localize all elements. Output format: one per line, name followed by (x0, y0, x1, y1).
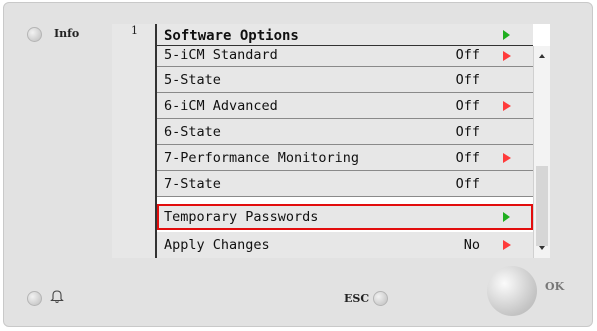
chevron-up-icon[interactable] (539, 54, 545, 58)
menu-row-label: 5-State (164, 72, 221, 88)
menu-row-icm-advanced[interactable]: 6-iCM Advanced Off (157, 93, 533, 119)
submenu-arrow-icon[interactable] (503, 101, 511, 111)
scroll-thumb[interactable] (536, 166, 548, 246)
menu-list: Software Options 5-iCM Standard Off 5-St… (157, 24, 533, 258)
menu-row-label: 6-iCM Advanced (164, 98, 278, 114)
display-screen: 1 Software Options 5-iCM Standard Off 5-… (112, 24, 550, 258)
submenu-arrow-icon[interactable] (503, 240, 511, 250)
menu-title-row: Software Options (157, 24, 533, 46)
menu-row-label: 7-State (164, 176, 221, 192)
scrollbar[interactable] (533, 46, 550, 258)
info-label: Info (54, 27, 80, 40)
menu-row-temporary-passwords[interactable]: Temporary Passwords (157, 204, 533, 230)
info-button-icon[interactable] (27, 27, 42, 42)
menu-row-7-state[interactable]: 7-State Off (157, 171, 533, 197)
line-number: 1 (131, 24, 138, 37)
menu-row-value: Off (455, 176, 480, 192)
menu-row-label: 5-iCM Standard (164, 47, 278, 63)
menu-row-5-state[interactable]: 5-State Off (157, 67, 533, 93)
menu-row-value: Off (455, 150, 480, 166)
menu-row-label: Apply Changes (164, 237, 270, 253)
alarm-button-icon[interactable] (27, 291, 42, 306)
submenu-arrow-icon[interactable] (503, 153, 511, 163)
menu-row-6-state[interactable]: 6-State Off (157, 119, 533, 145)
menu-row-label: 7-Performance Monitoring (164, 150, 360, 166)
title-arrow-icon (503, 30, 510, 40)
menu-row-value: Off (455, 124, 480, 140)
menu-row-icm-standard[interactable]: 5-iCM Standard Off (157, 46, 533, 67)
bell-icon[interactable] (50, 288, 64, 304)
esc-label: ESC (344, 292, 370, 305)
submenu-arrow-icon[interactable] (503, 51, 511, 61)
submenu-arrow-icon[interactable] (503, 212, 510, 222)
menu-row-apply-changes[interactable]: Apply Changes No (157, 232, 533, 258)
ok-label: OK (545, 280, 565, 293)
menu-row-value: Off (455, 47, 480, 63)
menu-row-value: No (463, 237, 480, 253)
menu-row-value: Off (455, 72, 480, 88)
esc-button-icon[interactable] (373, 291, 388, 306)
menu-row-performance-monitoring[interactable]: 7-Performance Monitoring Off (157, 145, 533, 171)
menu-row-value: Off (455, 98, 480, 114)
menu-row-label: 6-State (164, 124, 221, 140)
line-gutter: 1 (112, 24, 157, 258)
ok-button[interactable] (487, 266, 537, 316)
menu-row-label: Temporary Passwords (164, 209, 319, 225)
chevron-down-icon[interactable] (539, 246, 545, 250)
menu-title: Software Options (164, 28, 299, 44)
